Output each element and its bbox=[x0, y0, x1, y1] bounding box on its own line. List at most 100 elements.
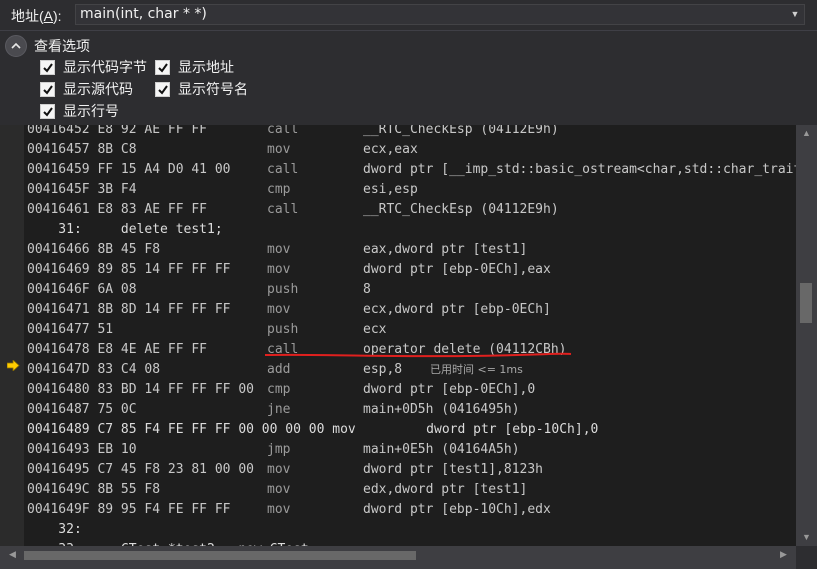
elapsed-time-tip: 已用时间 <= 1ms bbox=[430, 363, 523, 376]
vertical-scrollbar[interactable]: ▲ ▼ bbox=[796, 125, 817, 546]
address-bytes: 00416480 83 BD 14 FF FF FF 00 bbox=[27, 382, 254, 397]
address-bytes: 0041646F 6A 08 bbox=[27, 282, 137, 297]
checkbox-box[interactable] bbox=[40, 81, 55, 97]
address-bytes: 00416478 E8 4E AE FF FF bbox=[27, 342, 208, 357]
annotation-underline bbox=[265, 352, 572, 358]
address-label-accesskey: A bbox=[43, 8, 54, 24]
horizontal-scrollbar[interactable]: ◀ ▶ bbox=[0, 546, 796, 569]
asm-line[interactable]: 00416489 C7 85 F4 FE FF FF 00 00 00 00 m… bbox=[27, 420, 598, 440]
checkbox-label: 显示代码字节 bbox=[63, 60, 147, 76]
checkbox-box[interactable] bbox=[155, 81, 170, 97]
mnemonic: mov bbox=[267, 302, 291, 317]
scroll-right-icon[interactable]: ▶ bbox=[775, 546, 792, 563]
operands: ecx,dword ptr [ebp-0ECh] bbox=[363, 302, 551, 317]
address-bytes: 00416487 75 0C bbox=[27, 402, 137, 417]
address-bytes: 0041649F 89 95 F4 FE FF FF bbox=[27, 502, 231, 517]
horizontal-scroll-thumb[interactable] bbox=[24, 551, 416, 560]
asm-line[interactable]: 0041647D 83 C4 08 add esp,8 已用时间 <= 1ms bbox=[27, 360, 523, 380]
operands: __RTC_CheckEsp (04112E9h) bbox=[363, 202, 559, 217]
asm-line[interactable]: 00416452 E8 92 AE FF FF call __RTC_CheckEs… bbox=[27, 125, 559, 140]
scroll-up-icon[interactable]: ▲ bbox=[796, 125, 817, 142]
asm-line[interactable]: 00416461 E8 83 AE FF FF call __RTC_CheckEs… bbox=[27, 200, 559, 220]
checkbox-show-address[interactable]: 显示地址 bbox=[155, 58, 234, 76]
checkbox-show-code-bytes[interactable]: 显示代码字节 bbox=[40, 58, 147, 76]
address-combobox[interactable]: main(int, char * *) ▼ bbox=[75, 4, 805, 25]
address-bytes: 00416452 E8 92 AE FF FF bbox=[27, 125, 208, 137]
chevron-down-icon[interactable]: ▼ bbox=[786, 5, 804, 24]
mnemonic: push bbox=[267, 322, 299, 337]
mnemonic: add bbox=[267, 362, 291, 377]
checkbox-show-symbol-names[interactable]: 显示符号名 bbox=[155, 80, 248, 98]
address-bytes: 00416459 FF 15 A4 D0 41 00 bbox=[27, 162, 231, 177]
address-bytes: 00416466 8B 45 F8 bbox=[27, 242, 161, 257]
address-bar: 地址(A): main(int, char * *) ▼ bbox=[0, 0, 817, 31]
asm-line[interactable]: 00416478 E8 4E AE FF FF call operator dele… bbox=[27, 340, 567, 360]
asm-line[interactable]: 00416459 FF 15 A4 D0 41 00 call dword ptr … bbox=[27, 160, 796, 180]
operands: esi,esp bbox=[363, 182, 418, 197]
operands: esp,8 bbox=[363, 362, 403, 377]
asm-line[interactable]: 0041649F 89 95 F4 FE FF FF mov dword ptr [… bbox=[27, 500, 551, 520]
source-text: 32: bbox=[27, 522, 82, 537]
checkbox-show-line-numbers[interactable]: 显示行号 bbox=[40, 102, 119, 120]
view-options-panel: 查看选项 显示代码字节 显示地址 显示源代码 显示符号名 显示行号 bbox=[0, 31, 817, 125]
indicator-margin[interactable] bbox=[0, 125, 24, 546]
address-label-close: ): bbox=[53, 8, 62, 24]
address-bytes: 0041649C 8B 55 F8 bbox=[27, 482, 161, 497]
address-bytes: 00416471 8B 8D 14 FF FF FF bbox=[27, 302, 231, 317]
operands: dword ptr [test1],8123h bbox=[363, 462, 544, 477]
vertical-scroll-thumb[interactable] bbox=[800, 283, 812, 323]
address-bytes: 00416461 E8 83 AE FF FF bbox=[27, 202, 208, 217]
checkbox-label: 显示符号名 bbox=[178, 82, 248, 98]
asm-line[interactable]: 0041649C 8B 55 F8 mov edx,dword ptr [test1… bbox=[27, 480, 527, 500]
asm-line[interactable]: 00416493 EB 10 jmp main+0E5h (04164A5h) bbox=[27, 440, 520, 460]
address-bytes: 00416495 C7 45 F8 23 81 00 00 bbox=[27, 462, 254, 477]
checkbox-label: 显示源代码 bbox=[63, 82, 133, 98]
address-bytes: 0041647D 83 C4 08 bbox=[27, 362, 161, 377]
source-line[interactable]: 31: delete test1; bbox=[27, 220, 223, 240]
mnemonic: push bbox=[267, 282, 299, 297]
asm-line[interactable]: 0041646F 6A 08 push 8 bbox=[27, 280, 371, 300]
operands: main+0E5h (04164A5h) bbox=[363, 442, 520, 457]
operands: edx,dword ptr [test1] bbox=[363, 482, 528, 497]
disassembly-view[interactable]: 00416452 E8 92 AE FF FF call __RTC_CheckEs… bbox=[0, 125, 796, 546]
scroll-down-icon[interactable]: ▼ bbox=[796, 529, 817, 546]
operands: dword ptr [ebp-10Ch],edx bbox=[363, 502, 551, 517]
mnemonic: cmp bbox=[267, 382, 291, 397]
checkbox-box[interactable] bbox=[155, 59, 170, 75]
mnemonic: call bbox=[267, 202, 299, 217]
mnemonic: mov bbox=[267, 502, 291, 517]
operands: 8 bbox=[363, 282, 371, 297]
asm-line[interactable]: 0041645F 3B F4 cmp esi,esp bbox=[27, 180, 418, 200]
mnemonic: jmp bbox=[267, 442, 291, 457]
checkbox-box[interactable] bbox=[40, 59, 55, 75]
asm-line[interactable]: 00416495 C7 45 F8 23 81 00 00 mov dword pt… bbox=[27, 460, 543, 480]
operands: ecx,eax bbox=[363, 142, 418, 157]
address-bytes: 00416457 8B C8 bbox=[27, 142, 137, 157]
source-text: 31: delete test1; bbox=[27, 222, 223, 237]
view-options-title: 查看选项 bbox=[34, 39, 90, 55]
chevron-up-icon[interactable] bbox=[5, 35, 27, 57]
address-value[interactable]: main(int, char * *) bbox=[80, 6, 207, 22]
asm-line[interactable]: 00416466 8B 45 F8 mov eax,dword ptr [test1… bbox=[27, 240, 527, 260]
asm-line[interactable]: 00416457 8B C8 mov ecx,eax bbox=[27, 140, 418, 160]
source-line[interactable]: 32: bbox=[27, 520, 82, 540]
scroll-left-icon[interactable]: ◀ bbox=[4, 546, 21, 563]
checkbox-label: 显示行号 bbox=[63, 104, 119, 120]
operands: dword ptr [__imp_std::basic_ostream<char… bbox=[363, 162, 796, 177]
address-label-text: 地址( bbox=[11, 8, 44, 24]
operands: ecx bbox=[363, 322, 387, 337]
mnemonic: mov bbox=[267, 462, 291, 477]
asm-line[interactable]: 00416487 75 0C jne main+0D5h (0416495h) bbox=[27, 400, 520, 420]
operands: dword ptr [ebp-0ECh],eax bbox=[363, 262, 551, 277]
asm-line[interactable]: 00416469 89 85 14 FF FF FF mov dword ptr [… bbox=[27, 260, 551, 280]
asm-line[interactable]: 00416480 83 BD 14 FF FF FF 00 cmp dword pt… bbox=[27, 380, 535, 400]
checkbox-show-source[interactable]: 显示源代码 bbox=[40, 80, 133, 98]
mnemonic: call bbox=[267, 125, 299, 137]
asm-line[interactable]: 00416477 51 push ecx bbox=[27, 320, 386, 340]
mnemonic: mov bbox=[267, 482, 291, 497]
checkbox-box[interactable] bbox=[40, 103, 55, 119]
asm-line[interactable]: 00416471 8B 8D 14 FF FF FF mov ecx,dword p… bbox=[27, 300, 551, 320]
operands: main+0D5h (0416495h) bbox=[363, 402, 520, 417]
mnemonic: mov bbox=[267, 242, 291, 257]
scrollbar-corner bbox=[796, 546, 817, 569]
